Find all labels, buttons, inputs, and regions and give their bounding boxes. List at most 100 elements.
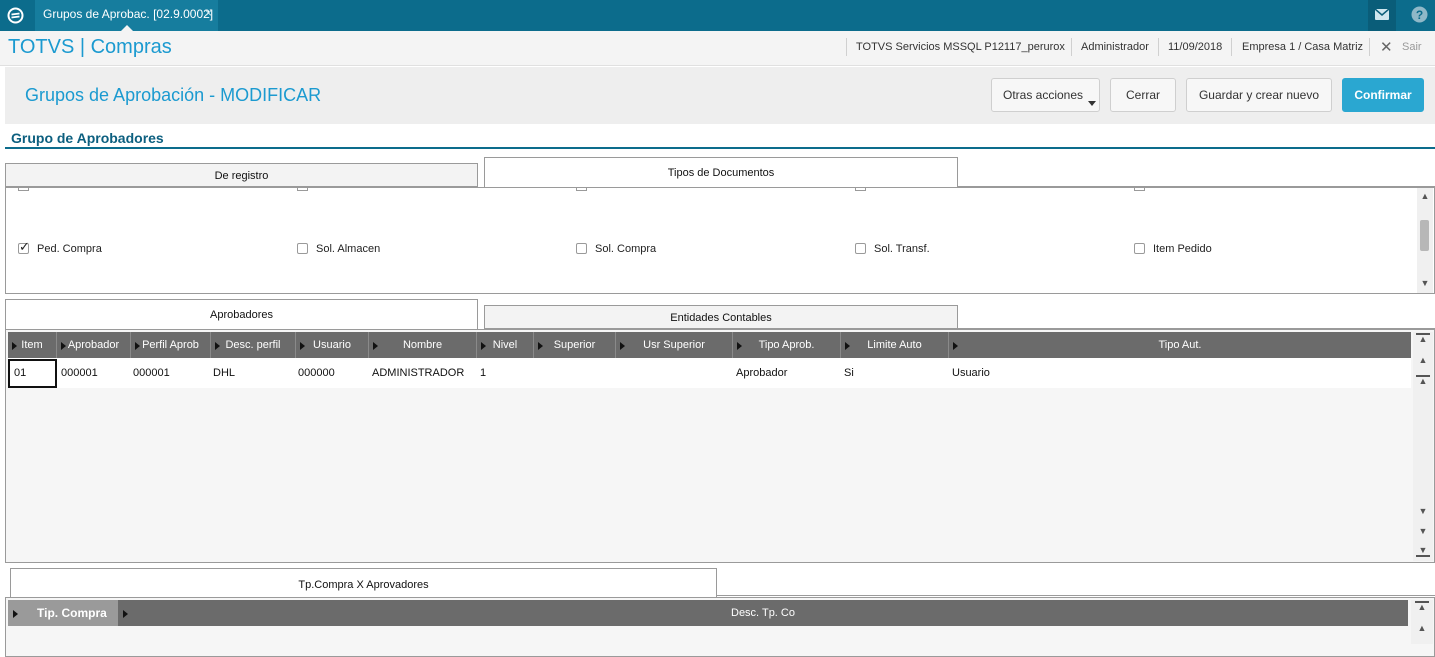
- user-name: Administrador: [1081, 41, 1149, 53]
- header-divider: [1158, 38, 1159, 56]
- header-divider: [1231, 38, 1232, 56]
- page-title: Grupos de Aprobación - MODIFICAR: [25, 85, 322, 105]
- column-sort-icon: [737, 342, 742, 350]
- chevron-down-icon: [1088, 101, 1096, 106]
- header-divider: [1071, 38, 1072, 56]
- grid-cell[interactable]: 000000: [298, 367, 335, 379]
- column-header[interactable]: Desc. perfil: [211, 332, 296, 358]
- app-title: TOTVS | Compras: [8, 36, 172, 58]
- exit-icon[interactable]: ✕: [1380, 38, 1393, 56]
- tab-tipos-de-documentos[interactable]: Tipos de Documentos: [484, 157, 958, 188]
- server-info: TOTVS Servicios MSSQL P12117_perurox: [856, 41, 1065, 53]
- column-header-selected[interactable]: Tip. Compra: [8, 600, 118, 626]
- grid-header: Tip. Compra Desc. Tp. Co: [8, 600, 1408, 626]
- grid-cell[interactable]: 000001: [61, 367, 98, 379]
- doc-type-label: Ped. Compra: [37, 243, 102, 255]
- grid-cell[interactable]: 01: [14, 367, 26, 379]
- column-sort-icon: [300, 342, 305, 350]
- tab-strip-line: [717, 595, 1435, 596]
- doc-type-checkbox[interactable]: [1134, 243, 1145, 254]
- document-types-panel: [5, 187, 1435, 294]
- other-actions-label: Otras acciones: [1003, 88, 1084, 102]
- checkbox-partial[interactable]: [1134, 187, 1145, 191]
- column-sort-icon: [12, 342, 17, 350]
- column-header[interactable]: Superior: [534, 332, 616, 358]
- doc-type-checkbox[interactable]: [576, 243, 587, 254]
- doc-type-checkbox[interactable]: [297, 243, 308, 254]
- scroll-down-icon[interactable]: ▼: [1416, 506, 1430, 516]
- column-header[interactable]: Limite Auto: [841, 332, 949, 358]
- tab-aprobadores[interactable]: Aprobadores: [5, 299, 478, 330]
- column-sort-icon: [373, 342, 378, 350]
- scroll-thumb[interactable]: [1420, 220, 1429, 251]
- help-button[interactable]: ?: [1401, 0, 1435, 31]
- grid-cell[interactable]: DHL: [213, 367, 235, 379]
- scroll-page-down-icon[interactable]: ▼: [1416, 526, 1430, 536]
- exit-link[interactable]: Sair: [1402, 41, 1422, 53]
- svg-text:?: ?: [1416, 8, 1423, 22]
- tab-tp-compra-x-aprovadores[interactable]: Tp.Compra X Aprovadores: [10, 568, 717, 600]
- tab-entidades-contables[interactable]: Entidades Contables: [484, 305, 958, 329]
- totvs-logo-icon[interactable]: [7, 7, 24, 24]
- grid-cell[interactable]: Usuario: [952, 367, 990, 379]
- column-header[interactable]: Usr Superior: [616, 332, 733, 358]
- doc-type-checkbox[interactable]: ✓: [18, 239, 30, 254]
- save-and-new-button[interactable]: Guardar y crear nuevo: [1186, 78, 1332, 112]
- open-program-tab-title: Grupos de Aprobac. [02.9.0002]: [43, 7, 214, 21]
- grid-header: Item Aprobador Perfil Aprob Desc. perfil…: [8, 332, 1411, 358]
- column-header[interactable]: Perfil Aprob: [131, 332, 211, 358]
- system-date: 11/09/2018: [1168, 41, 1223, 53]
- mail-icon: [1375, 9, 1389, 20]
- column-header[interactable]: Tipo Aut.: [949, 332, 1411, 358]
- checkbox-partial[interactable]: [576, 187, 587, 191]
- scroll-down-icon[interactable]: ▼: [1418, 278, 1432, 288]
- column-sort-icon: [135, 342, 140, 350]
- scroll-to-top-icon[interactable]: ▲: [1415, 601, 1429, 612]
- column-sort-icon: [845, 342, 850, 350]
- grid-cell[interactable]: Aprobador: [736, 367, 787, 379]
- close-tab-icon[interactable]: ×: [205, 6, 212, 20]
- tab-de-registro[interactable]: De registro: [5, 163, 478, 187]
- checkbox-partial[interactable]: [297, 187, 308, 191]
- header-divider: [1369, 38, 1370, 56]
- doc-type-label: Sol. Transf.: [874, 243, 930, 255]
- open-program-tab[interactable]: Grupos de Aprobac. [02.9.0002] ×: [35, 0, 218, 31]
- checkbox-partial[interactable]: [18, 187, 29, 191]
- checkmark-icon: ✓: [19, 239, 30, 254]
- column-header[interactable]: Aprobador: [57, 332, 131, 358]
- scroll-up-icon[interactable]: ▲: [1416, 375, 1430, 386]
- column-sort-icon: [538, 342, 543, 350]
- section-title: Grupo de Aprobadores: [11, 130, 164, 146]
- grid-cell[interactable]: Si: [844, 367, 854, 379]
- checkbox-partial[interactable]: [855, 187, 866, 191]
- column-sort-icon: [13, 610, 18, 618]
- other-actions-button[interactable]: Otras acciones: [991, 78, 1100, 112]
- confirm-button[interactable]: Confirmar: [1342, 78, 1424, 112]
- column-header[interactable]: Item: [8, 332, 57, 358]
- doc-type-label: Sol. Almacen: [316, 243, 381, 255]
- doc-type-label: Item Pedido: [1153, 243, 1212, 255]
- company-branch[interactable]: Empresa 1 / Casa Matriz: [1242, 41, 1363, 53]
- scroll-page-up-icon[interactable]: ▲: [1415, 623, 1429, 633]
- column-header[interactable]: Tipo Aprob.: [733, 332, 841, 358]
- scroll-page-up-icon[interactable]: ▲: [1416, 355, 1430, 365]
- doc-type-checkbox[interactable]: [855, 243, 866, 254]
- column-header[interactable]: Nombre: [369, 332, 477, 358]
- column-sort-icon: [620, 342, 625, 350]
- scroll-up-icon[interactable]: ▲: [1418, 191, 1432, 201]
- scroll-to-top-icon[interactable]: ▲: [1416, 333, 1430, 344]
- help-icon: ?: [1411, 6, 1428, 23]
- doc-type-label: Sol. Compra: [595, 243, 657, 255]
- column-sort-icon: [215, 342, 220, 350]
- column-header[interactable]: Desc. Tp. Co: [118, 600, 1408, 626]
- grid-cell[interactable]: 000001: [133, 367, 170, 379]
- grid-cell[interactable]: 1: [480, 367, 486, 379]
- column-header[interactable]: Usuario: [296, 332, 369, 358]
- column-sort-icon: [953, 342, 958, 350]
- column-header[interactable]: Nivel: [477, 332, 534, 358]
- close-button[interactable]: Cerrar: [1110, 78, 1176, 112]
- mail-button[interactable]: [1368, 0, 1396, 31]
- scroll-to-bottom-icon[interactable]: ▼: [1416, 546, 1430, 557]
- column-sort-icon: [61, 342, 66, 350]
- grid-cell[interactable]: ADMINISTRADOR: [372, 367, 464, 379]
